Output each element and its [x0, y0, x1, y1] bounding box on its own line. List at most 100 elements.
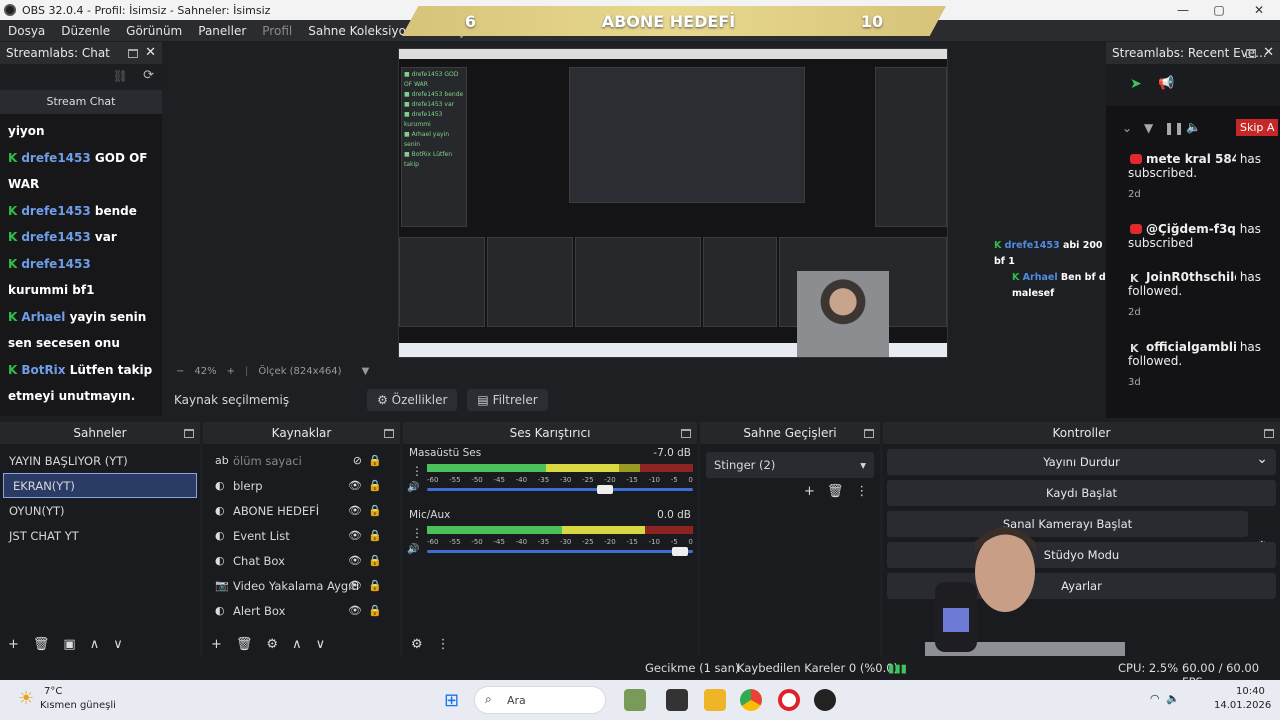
eye-icon[interactable]: 👁 — [348, 579, 362, 592]
lock-icon[interactable]: 🔒 — [368, 579, 382, 592]
mixer-settings-icon[interactable]: ⚙ — [411, 637, 423, 652]
chat-username[interactable]: drefe1453 — [21, 204, 90, 218]
move-up-icon[interactable]: ∧ — [90, 637, 100, 652]
scene-item[interactable]: JST CHAT YT — [0, 523, 200, 548]
eye-icon[interactable]: 👁 — [348, 504, 362, 517]
move-up-icon[interactable]: ∧ — [292, 637, 302, 652]
float-icon[interactable] — [1264, 429, 1274, 438]
close-button[interactable]: ✕ — [1240, 0, 1278, 20]
clock-time[interactable]: 10:40 — [1236, 686, 1265, 697]
lock-icon[interactable]: 🔒 — [368, 454, 382, 467]
zoom-out-button[interactable]: − — [176, 366, 184, 377]
opera-icon[interactable] — [778, 689, 800, 711]
chat-username[interactable]: drefe1453 — [21, 151, 90, 165]
add-scene-icon[interactable]: + — [8, 637, 19, 652]
start-menu-icon[interactable]: ⊞ — [444, 690, 459, 711]
more-icon[interactable]: ⋮ — [411, 464, 423, 478]
lock-icon[interactable]: 🔒 — [368, 604, 382, 617]
eye-icon[interactable]: 👁 — [348, 554, 362, 567]
float-icon[interactable] — [128, 49, 138, 58]
chat-username[interactable]: drefe1453 — [21, 230, 90, 244]
menu-profil[interactable]: Profil — [254, 24, 300, 38]
filters-button[interactable]: ▤ Filtreler — [467, 389, 548, 411]
close-icon[interactable]: ✕ — [1263, 45, 1274, 60]
source-item[interactable]: ◐ Alert Box 👁 🔒 — [203, 598, 400, 623]
obs-taskbar-icon[interactable] — [814, 689, 836, 711]
temperature[interactable]: 7°C — [44, 686, 62, 697]
mute-icon[interactable]: 🔈 — [1186, 120, 1201, 134]
source-item[interactable]: ◐ Event List 👁 🔒 — [203, 523, 400, 548]
scene-item[interactable]: OYUN(YT) — [0, 498, 200, 523]
scale-dropdown-icon[interactable]: ▼ — [362, 366, 370, 377]
menu-düzenle[interactable]: Düzenle — [53, 24, 118, 38]
lock-icon[interactable]: 🔒 — [368, 504, 382, 517]
float-icon[interactable] — [681, 429, 691, 438]
source-item[interactable]: ◐ blerp 👁 🔒 — [203, 473, 400, 498]
send-icon[interactable]: ➤ — [1130, 76, 1142, 92]
fader-knob[interactable] — [597, 485, 614, 494]
transition-select[interactable]: Stinger (2) ▾ — [706, 452, 874, 478]
pause-icon[interactable]: ❚❚ — [1164, 121, 1184, 135]
speaker-icon[interactable]: 🔊 — [407, 544, 419, 555]
more-icon[interactable]: ⋮ — [411, 526, 423, 540]
scene-item[interactable]: YAYIN BAŞLIYOR (YT) — [0, 448, 200, 473]
trash-icon[interactable]: 🗑 — [236, 637, 253, 652]
float-icon[interactable] — [864, 429, 874, 438]
move-down-icon[interactable]: ∨ — [113, 637, 123, 652]
float-icon[interactable] — [1246, 49, 1256, 58]
chat-username[interactable]: Arhael — [21, 310, 65, 324]
taskbar-search[interactable]: ⌕ Ara — [474, 686, 606, 714]
skip-alert-button[interactable]: Skip A — [1236, 119, 1279, 136]
control-button-1[interactable]: Kaydı Başlat — [887, 480, 1276, 506]
link-icon[interactable]: ⛓ — [113, 69, 128, 83]
more-icon[interactable]: ⋮ — [437, 637, 450, 652]
volume-fader[interactable] — [427, 547, 693, 556]
trash-icon[interactable]: 🗑 — [33, 637, 50, 652]
lock-icon[interactable]: 🔒 — [368, 529, 382, 542]
scene-item[interactable]: EKRAN(YT) — [3, 473, 197, 498]
trash-icon[interactable]: 🗑 — [827, 484, 844, 499]
zoom-in-button[interactable]: + — [227, 366, 235, 377]
menu-dosya[interactable]: Dosya — [0, 24, 53, 38]
float-icon[interactable] — [384, 429, 394, 438]
gear-icon[interactable]: ⚙ — [266, 637, 278, 652]
lock-icon[interactable]: 🔒 — [368, 554, 382, 567]
volume-icon[interactable]: 🔈 — [1166, 692, 1180, 705]
filter-icon[interactable]: ▼ — [1144, 121, 1153, 135]
file-explorer-icon[interactable] — [704, 689, 726, 711]
megaphone-icon[interactable]: 📢 — [1158, 76, 1174, 91]
chevron-down-icon[interactable]: ⌄ — [1256, 446, 1268, 472]
maximize-button[interactable]: ▢ — [1200, 0, 1238, 20]
terminal-icon[interactable] — [666, 689, 688, 711]
close-icon[interactable]: ✕ — [145, 45, 156, 60]
chat-username[interactable]: BotRix — [21, 363, 65, 377]
collapse-icon[interactable]: ⌄ — [1122, 121, 1132, 135]
program-preview[interactable]: ■ drefe1453 GOD OF WAR ■ drefe1453 bende ■… — [398, 48, 948, 358]
add-source-icon[interactable]: + — [211, 637, 222, 652]
source-item[interactable]: ◐ Chat Box 👁 🔒 — [203, 548, 400, 573]
eye-icon[interactable]: 👁 — [348, 529, 362, 542]
menu-paneller[interactable]: Paneller — [190, 24, 254, 38]
network-icon[interactable]: ◠ — [1150, 692, 1160, 705]
fader-knob[interactable] — [671, 547, 688, 556]
filters-icon[interactable]: ▣ — [63, 637, 75, 652]
properties-button[interactable]: ⚙ Özellikler — [367, 389, 458, 411]
minimize-button[interactable]: — — [1164, 0, 1202, 20]
volume-fader[interactable] — [427, 485, 693, 494]
control-button-0[interactable]: Yayını Durdur ⌄ — [887, 449, 1276, 475]
source-item[interactable]: ab ölüm sayaci ⊘ 🔒 — [203, 448, 400, 473]
eye-icon[interactable]: 👁 — [348, 604, 362, 617]
refresh-icon[interactable]: ⟳ — [143, 68, 154, 83]
speaker-icon[interactable]: 🔊 — [407, 482, 419, 493]
chat-username[interactable]: drefe1453 — [21, 257, 90, 271]
source-item[interactable]: ◐ ABONE HEDEFİ 👁 🔒 — [203, 498, 400, 523]
move-down-icon[interactable]: ∨ — [316, 637, 326, 652]
add-transition-icon[interactable]: + — [804, 484, 815, 499]
eye-icon[interactable]: 👁 — [348, 479, 362, 492]
widgets-icon[interactable] — [624, 689, 646, 711]
weather-icon[interactable]: ☀ — [18, 688, 34, 709]
more-icon[interactable]: ⋮ — [855, 484, 868, 499]
lock-icon[interactable]: 🔒 — [368, 479, 382, 492]
chrome-icon[interactable] — [740, 689, 762, 711]
menu-görünüm[interactable]: Görünüm — [118, 24, 190, 38]
